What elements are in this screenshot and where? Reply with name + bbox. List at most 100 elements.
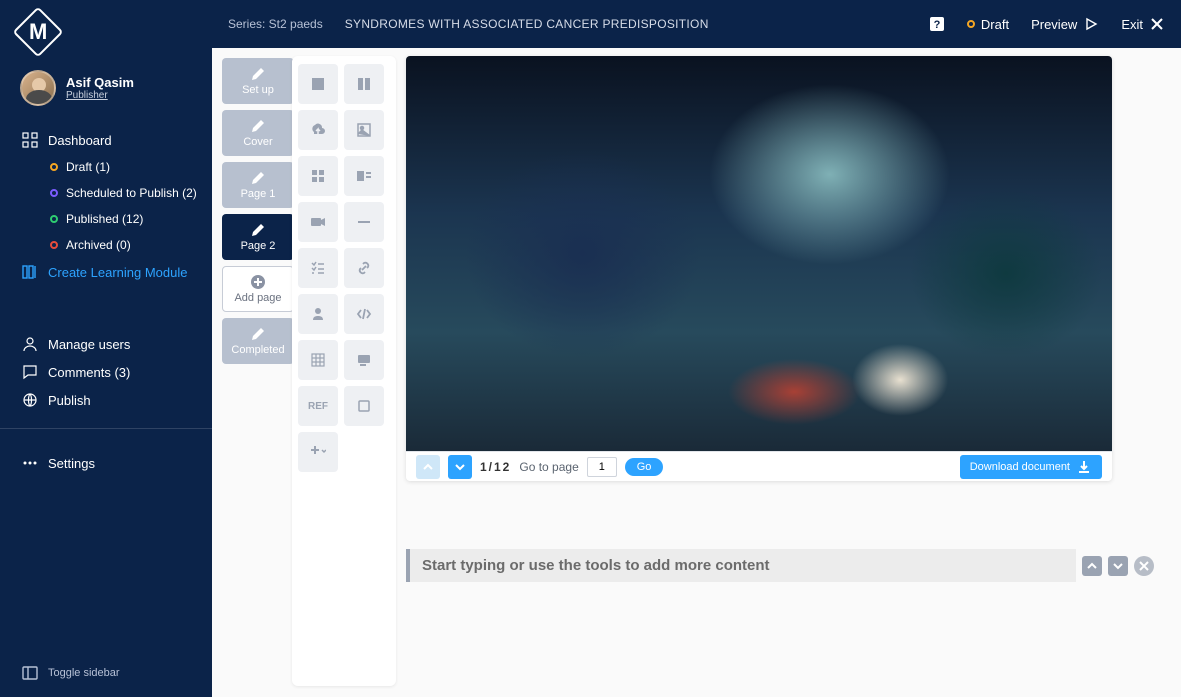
add-page-button[interactable]: Add page bbox=[222, 266, 294, 312]
go-button[interactable]: Go bbox=[625, 458, 664, 476]
pencil-icon bbox=[250, 170, 266, 186]
tool-link[interactable] bbox=[344, 248, 384, 288]
nav-manage-users[interactable]: Manage users bbox=[0, 330, 212, 358]
page-completed[interactable]: Completed bbox=[222, 318, 294, 364]
nav-label: Create Learning Module bbox=[48, 265, 187, 280]
user-name: Asif Qasim bbox=[66, 75, 134, 90]
tool-code[interactable] bbox=[344, 294, 384, 334]
main: Series: St2 paeds SYNDROMES WITH ASSOCIA… bbox=[212, 0, 1181, 697]
exit-button[interactable]: Exit bbox=[1121, 16, 1165, 32]
globe-icon bbox=[22, 392, 38, 408]
nav-label: Comments (3) bbox=[48, 365, 130, 380]
preview-button[interactable]: Preview bbox=[1031, 16, 1099, 32]
tool-table[interactable] bbox=[298, 340, 338, 380]
tool-image[interactable] bbox=[344, 110, 384, 150]
document-viewer: 1/12 Go to page Go Download document bbox=[406, 56, 1112, 481]
divider bbox=[0, 428, 212, 429]
chevron-up-icon bbox=[420, 459, 436, 475]
nav-archived[interactable]: Archived (0) bbox=[0, 232, 212, 258]
next-page-button[interactable] bbox=[448, 455, 472, 479]
tool-video[interactable] bbox=[298, 202, 338, 242]
page-label: Page 1 bbox=[241, 188, 276, 200]
app-logo[interactable]: M bbox=[13, 7, 64, 58]
nav-secondary: Manage users Comments (3) Publish bbox=[0, 324, 212, 414]
tool-checklist[interactable] bbox=[298, 248, 338, 288]
nav-create-module[interactable]: Create Learning Module bbox=[0, 258, 212, 286]
page-label: Completed bbox=[231, 344, 284, 356]
nav-dashboard[interactable]: Dashboard bbox=[0, 126, 212, 154]
close-icon bbox=[1136, 558, 1152, 574]
page-1[interactable]: Page 1 bbox=[222, 162, 294, 208]
sidebar: M Asif Qasim Publisher Dashboard Draft (… bbox=[0, 0, 212, 697]
logo-letter: M bbox=[29, 19, 47, 45]
link-icon bbox=[356, 260, 372, 276]
page-counter: 1/12 bbox=[480, 460, 511, 474]
remove-block-button[interactable] bbox=[1134, 556, 1154, 576]
image-icon bbox=[356, 122, 372, 138]
tool-author[interactable] bbox=[298, 294, 338, 334]
tool-upload[interactable] bbox=[298, 110, 338, 150]
panel-icon bbox=[22, 665, 38, 681]
code-icon bbox=[356, 306, 372, 322]
page-cover[interactable]: Cover bbox=[222, 110, 294, 156]
user-block[interactable]: Asif Qasim Publisher bbox=[0, 60, 212, 120]
page-label: Page 2 bbox=[241, 240, 276, 252]
status-dot-icon bbox=[50, 189, 58, 197]
chevron-down-icon bbox=[452, 459, 468, 475]
download-button[interactable]: Download document bbox=[960, 455, 1102, 479]
series-label: Series: St2 paeds bbox=[228, 17, 323, 31]
grid-icon bbox=[22, 132, 38, 148]
tool-frame[interactable] bbox=[344, 386, 384, 426]
card-icon bbox=[356, 352, 372, 368]
toggle-sidebar[interactable]: Toggle sidebar bbox=[22, 665, 120, 681]
tool-palette: REF bbox=[292, 56, 396, 686]
topbar: Series: St2 paeds SYNDROMES WITH ASSOCIA… bbox=[212, 0, 1181, 48]
exit-label: Exit bbox=[1121, 17, 1143, 32]
content-placeholder-block: Start typing or use the tools to add mor… bbox=[406, 549, 1154, 582]
tool-columns[interactable] bbox=[344, 64, 384, 104]
page-2[interactable]: Page 2 bbox=[222, 214, 294, 260]
page-input[interactable] bbox=[587, 457, 617, 477]
avatar bbox=[20, 70, 56, 106]
nav-comments[interactable]: Comments (3) bbox=[0, 358, 212, 386]
pencil-icon bbox=[250, 326, 266, 342]
cloud-upload-icon bbox=[310, 122, 326, 138]
nav-published[interactable]: Published (12) bbox=[0, 206, 212, 232]
nav-label: Scheduled to Publish (2) bbox=[66, 186, 197, 200]
tool-image-text[interactable] bbox=[344, 156, 384, 196]
checklist-icon bbox=[310, 260, 326, 276]
move-up-button[interactable] bbox=[1082, 556, 1102, 576]
tool-reference[interactable]: REF bbox=[298, 386, 338, 426]
nav-draft[interactable]: Draft (1) bbox=[0, 154, 212, 180]
tool-add-more[interactable] bbox=[298, 432, 338, 472]
help-button[interactable]: ? bbox=[929, 16, 945, 32]
nav-publish[interactable]: Publish bbox=[0, 386, 212, 414]
move-down-button[interactable] bbox=[1108, 556, 1128, 576]
pencil-icon bbox=[250, 222, 266, 238]
nav-label: Manage users bbox=[48, 337, 130, 352]
status-dot-icon bbox=[50, 241, 58, 249]
ref-label: REF bbox=[308, 401, 328, 412]
columns-icon bbox=[22, 264, 38, 280]
toggle-label: Toggle sidebar bbox=[48, 667, 120, 679]
play-icon bbox=[1083, 16, 1099, 32]
content-placeholder[interactable]: Start typing or use the tools to add mor… bbox=[406, 549, 1076, 582]
line-icon bbox=[356, 214, 372, 230]
tool-block[interactable] bbox=[298, 64, 338, 104]
tool-card[interactable] bbox=[344, 340, 384, 380]
download-icon bbox=[1076, 459, 1092, 475]
tool-gallery[interactable] bbox=[298, 156, 338, 196]
page-setup[interactable]: Set up bbox=[222, 58, 294, 104]
tool-divider[interactable] bbox=[344, 202, 384, 242]
nav-label: Published (12) bbox=[66, 212, 143, 226]
placeholder-text: Start typing or use the tools to add mor… bbox=[422, 557, 770, 574]
status-dot-icon bbox=[967, 20, 975, 28]
nav-settings[interactable]: Settings bbox=[0, 449, 212, 477]
prev-page-button[interactable] bbox=[416, 455, 440, 479]
status-draft[interactable]: Draft bbox=[967, 17, 1009, 32]
nav-scheduled[interactable]: Scheduled to Publish (2) bbox=[0, 180, 212, 206]
status-dot-icon bbox=[50, 163, 58, 171]
document-page-image[interactable] bbox=[406, 56, 1112, 451]
nav-label: Publish bbox=[48, 393, 91, 408]
page-label: Cover bbox=[243, 136, 272, 148]
